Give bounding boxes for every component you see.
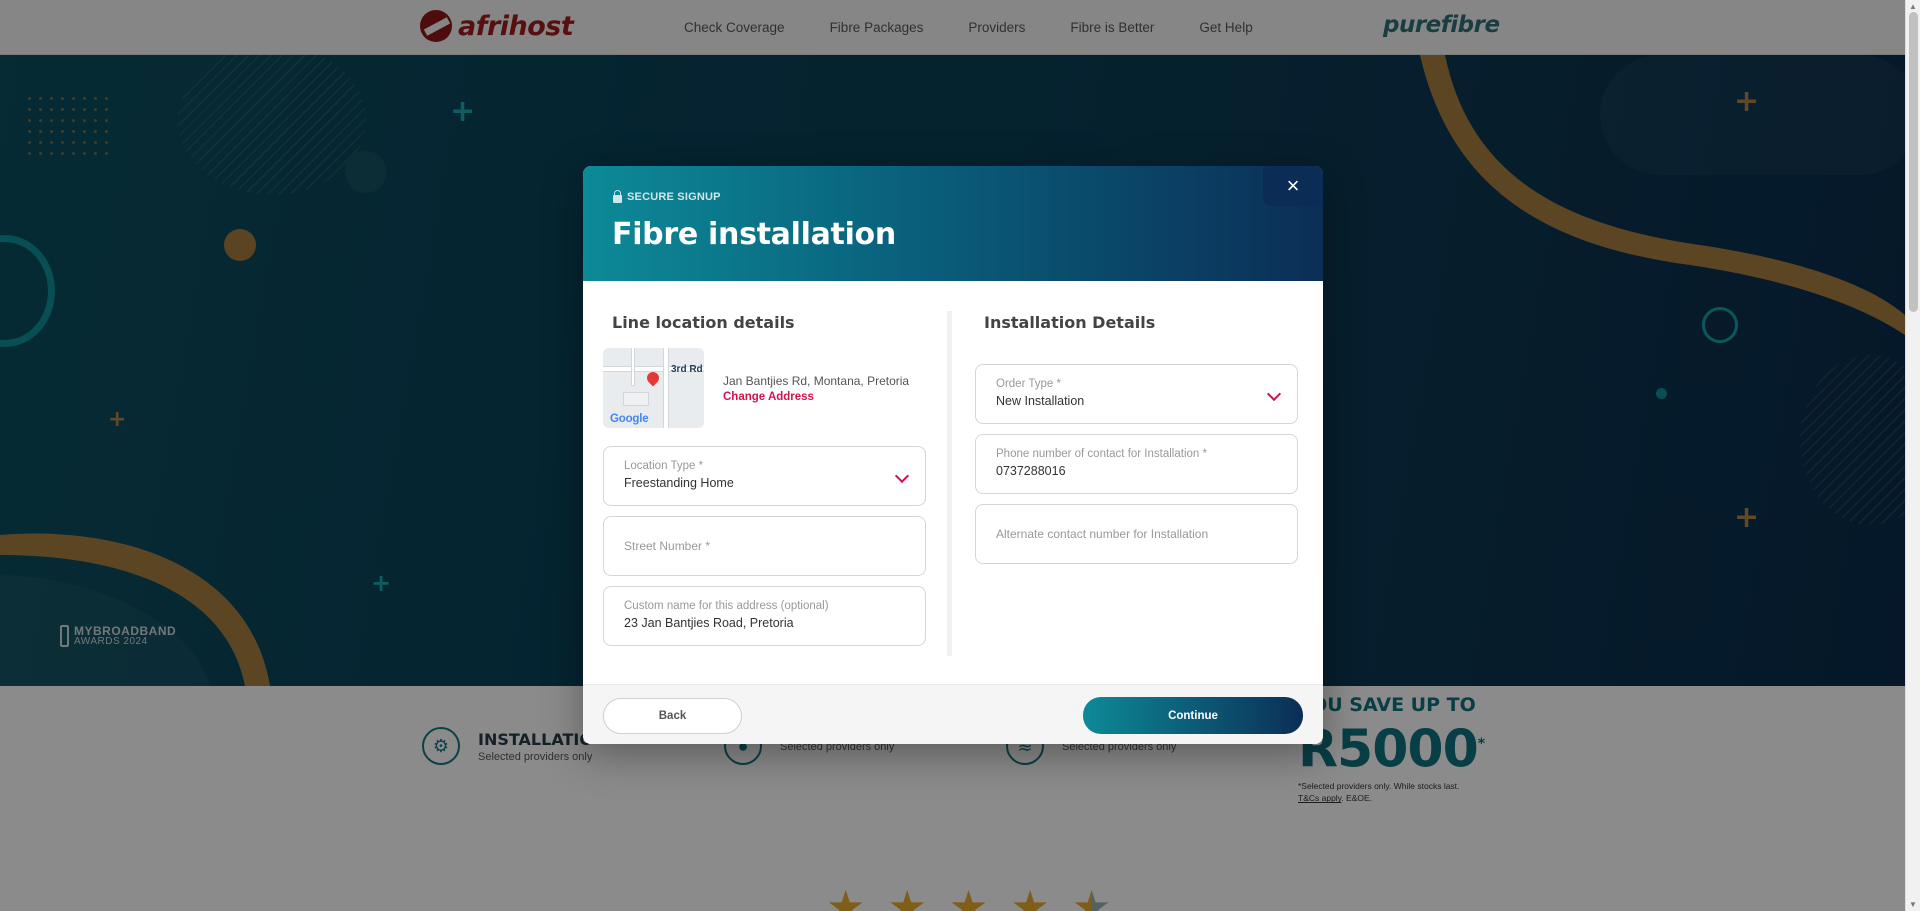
alternate-phone-field[interactable]: Alternate contact number for Installatio… [975, 504, 1298, 564]
modal-header: SECURE SIGNUP Fibre installation × [583, 166, 1323, 281]
column-divider [947, 311, 952, 656]
chevron-down-icon [894, 468, 910, 484]
street-number-label: Street Number * [624, 539, 711, 553]
close-button[interactable]: × [1263, 166, 1323, 206]
address-summary: 3rd Rd Google Jan Bantjies Rd, Montana, … [603, 348, 926, 428]
custom-name-value: 23 Jan Bantjies Road, Pretoria [624, 616, 794, 630]
continue-button[interactable]: Continue [1083, 697, 1303, 734]
map-pin-icon [644, 369, 662, 387]
back-button[interactable]: Back [603, 698, 742, 734]
section-title: Installation Details [984, 313, 1156, 332]
map-building [623, 392, 649, 406]
close-icon: × [1286, 173, 1300, 198]
chevron-down-icon [1266, 386, 1282, 402]
custom-address-name-field[interactable]: Custom name for this address (optional) … [603, 586, 926, 646]
modal-footer: Back Continue [583, 684, 1323, 744]
modal-title: Fibre installation [612, 217, 896, 252]
order-type-label: Order Type * [996, 378, 1061, 390]
change-address-link[interactable]: Change Address [723, 391, 909, 403]
secure-signup-label: SECURE SIGNUP [613, 189, 721, 203]
map-road-label: 3rd Rd [671, 364, 703, 375]
location-type-value: Freestanding Home [624, 476, 734, 490]
installation-details-section: Installation Details Order Type * New In… [975, 281, 1298, 564]
modal-body: Line location details 3rd Rd Google Jan … [583, 281, 1323, 683]
page-scrollbar[interactable]: ▲ ▼ [1905, 0, 1920, 911]
secure-signup-text: SECURE SIGNUP [627, 191, 721, 203]
section-title: Line location details [612, 313, 795, 332]
map-thumbnail[interactable]: 3rd Rd Google [603, 348, 704, 428]
scroll-down-icon[interactable]: ▼ [1909, 900, 1917, 909]
order-type-select[interactable]: Order Type * New Installation [975, 364, 1298, 424]
custom-name-label: Custom name for this address (optional) [624, 600, 829, 612]
map-road [663, 348, 669, 428]
scrollbar-thumb[interactable] [1909, 12, 1918, 312]
scroll-up-icon[interactable]: ▲ [1909, 2, 1917, 11]
installation-phone-field[interactable]: Phone number of contact for Installation… [975, 434, 1298, 494]
street-number-field[interactable]: Street Number * [603, 516, 926, 576]
fibre-installation-modal: SECURE SIGNUP Fibre installation × Line … [583, 166, 1323, 744]
phone-value: 0737288016 [996, 464, 1066, 478]
location-type-label: Location Type * [624, 460, 704, 472]
order-type-value: New Installation [996, 394, 1085, 408]
map-road [631, 348, 635, 386]
lock-icon [613, 189, 622, 203]
location-type-select[interactable]: Location Type * Freestanding Home [603, 446, 926, 506]
address-text: Jan Bantjies Rd, Montana, Pretoria [723, 373, 910, 388]
alternate-phone-label: Alternate contact number for Installatio… [996, 527, 1209, 541]
phone-label: Phone number of contact for Installation… [996, 448, 1207, 460]
line-location-section: Line location details 3rd Rd Google Jan … [603, 281, 926, 646]
google-logo: Google [610, 413, 649, 425]
